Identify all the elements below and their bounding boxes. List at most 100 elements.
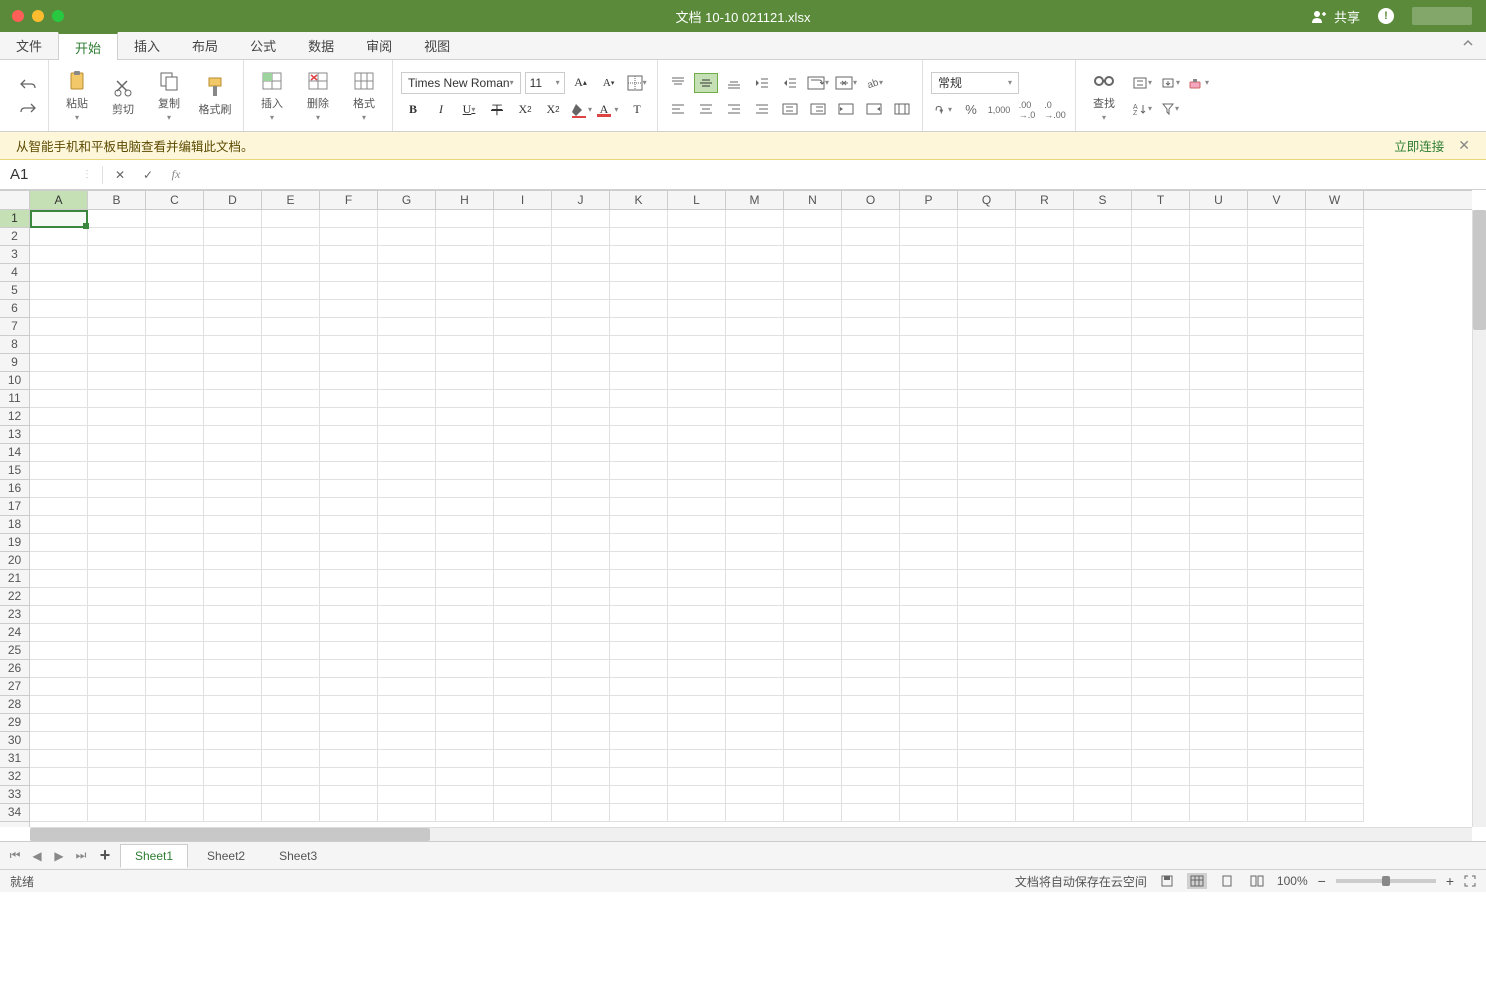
- cell[interactable]: [1016, 768, 1074, 786]
- cell[interactable]: [320, 354, 378, 372]
- cell[interactable]: [900, 606, 958, 624]
- cell[interactable]: [204, 354, 262, 372]
- cell[interactable]: [900, 570, 958, 588]
- cell[interactable]: [842, 336, 900, 354]
- cell[interactable]: [842, 390, 900, 408]
- cell[interactable]: [1016, 408, 1074, 426]
- cell[interactable]: [88, 246, 146, 264]
- cell[interactable]: [668, 642, 726, 660]
- cell[interactable]: [1306, 480, 1364, 498]
- cell[interactable]: [552, 336, 610, 354]
- cell[interactable]: [378, 786, 436, 804]
- cell[interactable]: [262, 552, 320, 570]
- cell[interactable]: [378, 660, 436, 678]
- cell[interactable]: [552, 462, 610, 480]
- cell[interactable]: [552, 570, 610, 588]
- cell[interactable]: [262, 804, 320, 822]
- maximize-window-button[interactable]: [52, 10, 64, 22]
- first-sheet-button[interactable]: ⏮: [6, 847, 24, 865]
- cell[interactable]: [1190, 300, 1248, 318]
- cell[interactable]: [726, 714, 784, 732]
- cell[interactable]: [88, 408, 146, 426]
- cell[interactable]: [1016, 696, 1074, 714]
- cell[interactable]: [436, 210, 494, 228]
- cell[interactable]: [436, 534, 494, 552]
- cell[interactable]: [262, 480, 320, 498]
- column-header[interactable]: E: [262, 191, 320, 209]
- bold-button[interactable]: B: [401, 100, 425, 120]
- cell[interactable]: [146, 570, 204, 588]
- cell[interactable]: [436, 696, 494, 714]
- cell[interactable]: [1306, 714, 1364, 732]
- cell[interactable]: [204, 318, 262, 336]
- cell[interactable]: [900, 552, 958, 570]
- cell[interactable]: [436, 660, 494, 678]
- percent-button[interactable]: %: [959, 100, 983, 120]
- cell[interactable]: [668, 336, 726, 354]
- cell[interactable]: [1306, 642, 1364, 660]
- cell[interactable]: [378, 444, 436, 462]
- cell[interactable]: [958, 462, 1016, 480]
- cell[interactable]: [1016, 444, 1074, 462]
- cell[interactable]: [30, 372, 88, 390]
- cell[interactable]: [784, 498, 842, 516]
- cell[interactable]: [784, 768, 842, 786]
- cell[interactable]: [88, 732, 146, 750]
- cell[interactable]: [958, 318, 1016, 336]
- cell[interactable]: [1074, 390, 1132, 408]
- cell[interactable]: [1248, 480, 1306, 498]
- cell[interactable]: [552, 426, 610, 444]
- cell[interactable]: [146, 336, 204, 354]
- column-header[interactable]: J: [552, 191, 610, 209]
- cell[interactable]: [726, 426, 784, 444]
- cell[interactable]: [842, 246, 900, 264]
- cell[interactable]: [958, 372, 1016, 390]
- cell[interactable]: [1306, 750, 1364, 768]
- cell[interactable]: [494, 408, 552, 426]
- cell[interactable]: [1016, 228, 1074, 246]
- increase-indent-button[interactable]: [778, 73, 802, 93]
- cell[interactable]: [146, 606, 204, 624]
- cell[interactable]: [552, 246, 610, 264]
- cell[interactable]: [1132, 534, 1190, 552]
- cell[interactable]: [1074, 534, 1132, 552]
- cell[interactable]: [1248, 786, 1306, 804]
- undo-button[interactable]: [16, 74, 40, 94]
- cell[interactable]: [436, 714, 494, 732]
- cell[interactable]: [494, 606, 552, 624]
- cell[interactable]: [726, 606, 784, 624]
- cell[interactable]: [146, 678, 204, 696]
- cell[interactable]: [204, 372, 262, 390]
- cell[interactable]: [262, 318, 320, 336]
- cell[interactable]: [88, 300, 146, 318]
- cell[interactable]: [1248, 624, 1306, 642]
- cell[interactable]: [1190, 786, 1248, 804]
- cell[interactable]: [900, 300, 958, 318]
- cell[interactable]: [30, 426, 88, 444]
- cell[interactable]: [378, 282, 436, 300]
- cell[interactable]: [494, 210, 552, 228]
- cell[interactable]: [784, 642, 842, 660]
- cell[interactable]: [958, 408, 1016, 426]
- cell[interactable]: [88, 534, 146, 552]
- cell[interactable]: [262, 336, 320, 354]
- cell[interactable]: [378, 804, 436, 822]
- cell[interactable]: [668, 264, 726, 282]
- cell[interactable]: [88, 318, 146, 336]
- cell[interactable]: [320, 552, 378, 570]
- cell[interactable]: [1016, 354, 1074, 372]
- cell[interactable]: [204, 606, 262, 624]
- cell[interactable]: [1016, 426, 1074, 444]
- cell[interactable]: [1132, 714, 1190, 732]
- cell[interactable]: [1016, 498, 1074, 516]
- cell[interactable]: [668, 714, 726, 732]
- cell[interactable]: [494, 714, 552, 732]
- cell[interactable]: [1248, 372, 1306, 390]
- cell[interactable]: [1190, 534, 1248, 552]
- cell[interactable]: [552, 804, 610, 822]
- cell[interactable]: [900, 696, 958, 714]
- cell[interactable]: [494, 534, 552, 552]
- cell[interactable]: [204, 390, 262, 408]
- decrease-decimal-button[interactable]: .0→.00: [1043, 100, 1067, 120]
- cell[interactable]: [1074, 408, 1132, 426]
